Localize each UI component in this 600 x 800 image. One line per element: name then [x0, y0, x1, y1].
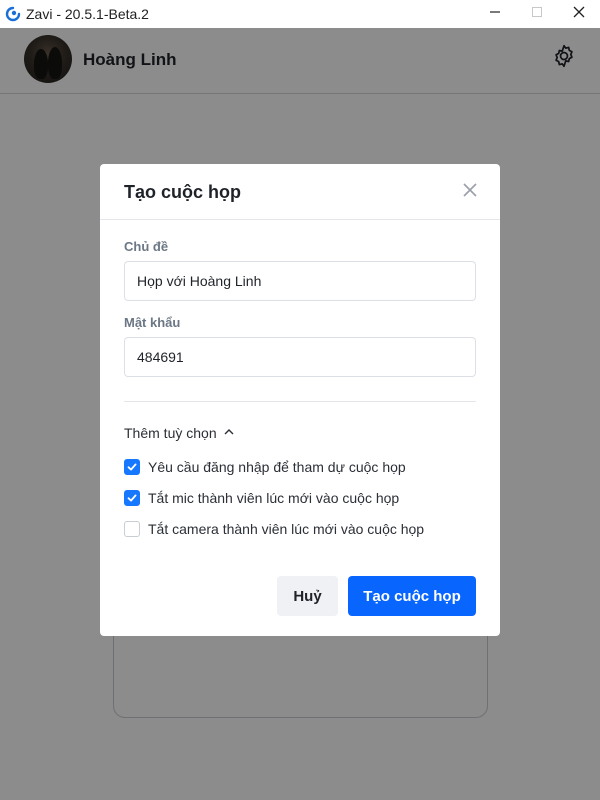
option-disable-camera[interactable]: Tắt camera thành viên lúc mới vào cuộc h… [124, 521, 424, 537]
close-icon [573, 5, 585, 23]
check-icon [127, 463, 137, 471]
more-options-toggle[interactable]: Thêm tuỳ chọn [124, 425, 235, 441]
zavi-logo-icon [5, 6, 21, 22]
close-icon [463, 182, 477, 202]
divider [124, 401, 476, 402]
dialog-title: Tạo cuộc họp [124, 182, 241, 202]
checkbox[interactable] [124, 490, 140, 506]
option-require-login[interactable]: Yêu cầu đăng nhập để tham dự cuộc họp [124, 459, 406, 475]
create-meeting-button[interactable]: Tạo cuộc họp [348, 576, 476, 616]
cancel-button[interactable]: Huỷ [277, 576, 338, 616]
minimize-icon [489, 5, 501, 23]
password-label: Mật khẩu [124, 315, 181, 330]
maximize-button[interactable] [514, 0, 560, 28]
window-title: Zavi - 20.5.1-Beta.2 [26, 6, 149, 22]
create-meeting-dialog: Tạo cuộc họp Chủ đề Mật khẩu Thêm tuỳ ch… [100, 164, 500, 636]
window-close-button[interactable] [556, 0, 600, 28]
dialog-header: Tạo cuộc họp [100, 164, 500, 220]
topic-label: Chủ đề [124, 239, 169, 254]
option-label: Tắt camera thành viên lúc mới vào cuộc h… [148, 521, 425, 537]
dialog-close-button[interactable] [460, 182, 480, 202]
maximize-icon [531, 5, 543, 23]
option-label: Yêu cầu đăng nhập để tham dự cuộc họp [148, 459, 406, 475]
option-mute-mic[interactable]: Tắt mic thành viên lúc mới vào cuộc họp [124, 490, 399, 506]
more-options-label: Thêm tuỳ chọn [124, 425, 217, 441]
check-icon [127, 494, 137, 502]
option-label: Tắt mic thành viên lúc mới vào cuộc họp [148, 490, 400, 506]
checkbox[interactable] [124, 521, 140, 537]
password-input[interactable] [124, 337, 476, 377]
window-titlebar: Zavi - 20.5.1-Beta.2 [0, 0, 600, 28]
chevron-up-icon [223, 425, 235, 441]
minimize-button[interactable] [472, 0, 518, 28]
checkbox[interactable] [124, 459, 140, 475]
topic-input[interactable] [124, 261, 476, 301]
